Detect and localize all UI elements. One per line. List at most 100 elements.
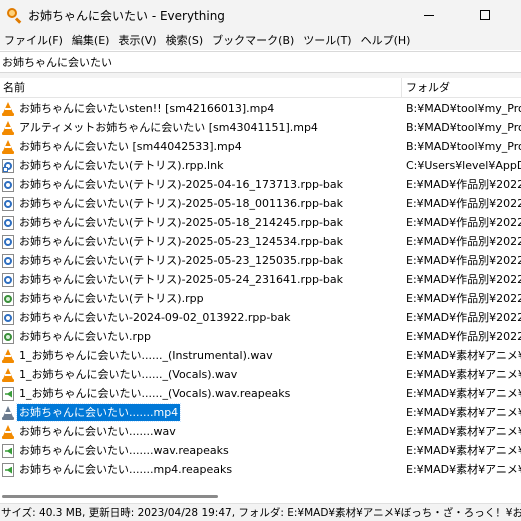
result-name-cell[interactable]: アルティメットお姉ちゃんに会いたい [sm43041151].mp4 xyxy=(0,118,402,137)
result-path-cell[interactable]: E:¥MAD¥素材¥アニメ¥ぼっ xyxy=(406,403,521,422)
result-row[interactable]: お姉ちゃんに会いたい [sm44042533].mp4 B:¥MAD¥tool¥m… xyxy=(0,137,521,156)
result-name-cell[interactable]: 1_お姉ちゃんに会いたい......_(Instrumental).wav xyxy=(0,346,402,365)
column-header-name[interactable]: 名前 xyxy=(0,78,402,98)
menu-edit[interactable]: 編集(E) xyxy=(68,32,114,48)
reaper-project-icon xyxy=(2,291,14,306)
search-box xyxy=(0,51,521,73)
result-name-cell[interactable]: お姉ちゃんに会いたい(テトリス)-2025-05-23_124534.rpp-b… xyxy=(0,232,402,251)
result-row[interactable]: お姉ちゃんに会いたいsten!! [sm42166013].mp4 B:¥MAD¥… xyxy=(0,99,521,118)
results-list[interactable]: お姉ちゃんに会いたいsten!! [sm42166013].mp4 B:¥MAD¥… xyxy=(0,99,521,491)
reapeaks-icon xyxy=(2,462,14,477)
result-path-cell[interactable]: E:¥MAD¥作品別¥202212- xyxy=(406,327,521,346)
result-name-cell[interactable]: お姉ちゃんに会いたい(テトリス).rpp.lnk xyxy=(0,156,402,175)
reapeaks-icon xyxy=(2,386,14,401)
result-row[interactable]: 1_お姉ちゃんに会いたい......_(Vocals).wav E:¥MAD¥素材… xyxy=(0,365,521,384)
result-file-name: お姉ちゃんに会いたい.......wav.reapeaks xyxy=(19,444,229,457)
result-row[interactable]: お姉ちゃんに会いたい(テトリス)-2025-04-16_173713.rpp-b… xyxy=(0,175,521,194)
result-path-cell[interactable]: E:¥MAD¥作品別¥202212- xyxy=(406,270,521,289)
menu-help[interactable]: ヘルプ(H) xyxy=(357,32,415,48)
menu-file[interactable]: ファイル(F) xyxy=(0,32,67,48)
column-header: 名前 フォルダ xyxy=(0,78,521,98)
result-name-cell[interactable]: お姉ちゃんに会いたい.......wav xyxy=(0,422,402,441)
menu-search[interactable]: 検索(S) xyxy=(162,32,208,48)
reaper-backup-icon xyxy=(2,177,14,192)
result-path-cell[interactable]: C:¥Users¥level¥AppData¥ xyxy=(406,156,521,175)
result-file-name: お姉ちゃんに会いたい.......mp4 xyxy=(15,403,182,422)
menu-bookmarks[interactable]: ブックマーク(B) xyxy=(208,32,298,48)
result-row[interactable]: お姉ちゃんに会いたい(テトリス).rpp E:¥MAD¥作品別¥202212- xyxy=(0,289,521,308)
vlc-icon xyxy=(2,405,14,420)
result-row[interactable]: 1_お姉ちゃんに会いたい......_(Vocals).wav.reapeaks… xyxy=(0,384,521,403)
result-path-cell[interactable]: B:¥MAD¥tool¥my_Progra xyxy=(406,99,521,118)
result-path-cell[interactable]: B:¥MAD¥tool¥my_Progra xyxy=(406,118,521,137)
scrollbar-thumb[interactable] xyxy=(2,495,218,498)
result-row[interactable]: お姉ちゃんに会いたい.rpp E:¥MAD¥作品別¥202212- xyxy=(0,327,521,346)
title-bar[interactable]: お姉ちゃんに会いたい - Everything xyxy=(0,0,521,30)
result-row[interactable]: お姉ちゃんに会いたい(テトリス)-2025-05-23_124534.rpp-b… xyxy=(0,232,521,251)
search-input[interactable] xyxy=(0,52,521,72)
result-path-cell[interactable]: E:¥MAD¥素材¥アニメ¥ぼっ xyxy=(406,384,521,403)
menu-tools[interactable]: ツール(T) xyxy=(299,32,355,48)
result-name-cell[interactable]: お姉ちゃんに会いたい(テトリス)-2025-04-16_173713.rpp-b… xyxy=(0,175,402,194)
shortcut-icon xyxy=(2,158,14,173)
result-row[interactable]: 1_お姉ちゃんに会いたい......_(Instrumental).wav E:¥… xyxy=(0,346,521,365)
result-row[interactable]: お姉ちゃんに会いたい(テトリス)-2025-05-23_125035.rpp-b… xyxy=(0,251,521,270)
result-name-cell[interactable]: お姉ちゃんに会いたい(テトリス)-2025-05-18_214245.rpp-b… xyxy=(0,213,402,232)
result-path-cell[interactable]: E:¥MAD¥作品別¥202212- xyxy=(406,289,521,308)
result-name-cell[interactable]: お姉ちゃんに会いたい.......mp4.reapeaks xyxy=(0,460,402,479)
result-file-name: 1_お姉ちゃんに会いたい......_(Vocals).wav.reapeaks xyxy=(19,387,291,400)
result-row[interactable]: お姉ちゃんに会いたい.......mp4.reapeaks E:¥MAD¥素材¥ア… xyxy=(0,460,521,479)
result-name-cell[interactable]: お姉ちゃんに会いたい.rpp xyxy=(0,327,402,346)
result-name-cell[interactable]: お姉ちゃんに会いたいsten!! [sm42166013].mp4 xyxy=(0,99,402,118)
result-path-cell[interactable]: E:¥MAD¥作品別¥202212- xyxy=(406,213,521,232)
result-file-name: 1_お姉ちゃんに会いたい......_(Vocals).wav xyxy=(19,368,238,381)
result-path-cell[interactable]: E:¥MAD¥素材¥アニメ¥ぼっ xyxy=(406,346,521,365)
result-path-cell[interactable]: E:¥MAD¥作品別¥202212- xyxy=(406,251,521,270)
everything-magnifier-icon xyxy=(6,7,22,24)
menu-bar: ファイル(F) 編集(E) 表示(V) 検索(S) ブックマーク(B) ツール(… xyxy=(0,30,521,50)
result-name-cell[interactable]: お姉ちゃんに会いたい [sm44042533].mp4 xyxy=(0,137,402,156)
result-name-cell[interactable]: お姉ちゃんに会いたい(テトリス)-2025-05-23_125035.rpp-b… xyxy=(0,251,402,270)
result-path-cell[interactable]: E:¥MAD¥作品別¥202212- xyxy=(406,232,521,251)
reaper-backup-icon xyxy=(2,215,14,230)
vlc-icon xyxy=(2,424,14,439)
result-path-cell[interactable]: E:¥MAD¥素材¥アニメ¥ぼっ xyxy=(406,365,521,384)
result-name-cell[interactable]: お姉ちゃんに会いたい-2024-09-02_013922.rpp-bak xyxy=(0,308,402,327)
result-path-cell[interactable]: B:¥MAD¥tool¥my_Progra xyxy=(406,137,521,156)
reaper-project-icon xyxy=(2,329,14,344)
result-row[interactable]: お姉ちゃんに会いたい(テトリス)-2025-05-18_001136.rpp-b… xyxy=(0,194,521,213)
result-row[interactable]: お姉ちゃんに会いたい(テトリス)-2025-05-18_214245.rpp-b… xyxy=(0,213,521,232)
result-row[interactable]: お姉ちゃんに会いたい(テトリス).rpp.lnk C:¥Users¥level¥A… xyxy=(0,156,521,175)
result-name-cell[interactable]: お姉ちゃんに会いたい(テトリス)-2025-05-24_231641.rpp-b… xyxy=(0,270,402,289)
result-row[interactable]: お姉ちゃんに会いたい(テトリス)-2025-05-24_231641.rpp-b… xyxy=(0,270,521,289)
result-file-name: お姉ちゃんに会いたい.rpp xyxy=(19,330,151,343)
result-row[interactable]: お姉ちゃんに会いたい.......mp4 E:¥MAD¥素材¥アニメ¥ぼっ xyxy=(0,403,521,422)
result-path-cell[interactable]: E:¥MAD¥素材¥アニメ¥ぼっ xyxy=(406,422,521,441)
result-path-cell[interactable]: E:¥MAD¥作品別¥202212- xyxy=(406,194,521,213)
maximize-button[interactable] xyxy=(462,0,508,30)
result-file-name: お姉ちゃんに会いたい.......wav xyxy=(19,425,176,438)
result-path-cell[interactable]: E:¥MAD¥作品別¥202212- xyxy=(406,308,521,327)
reaper-backup-icon xyxy=(2,272,14,287)
result-name-cell[interactable]: 1_お姉ちゃんに会いたい......_(Vocals).wav xyxy=(0,365,402,384)
result-name-cell[interactable]: お姉ちゃんに会いたい.......wav.reapeaks xyxy=(0,441,402,460)
result-name-cell[interactable]: お姉ちゃんに会いたい.......mp4 xyxy=(0,403,402,422)
result-path-cell[interactable]: E:¥MAD¥作品別¥202212- xyxy=(406,175,521,194)
horizontal-scrollbar[interactable] xyxy=(0,491,521,503)
result-row[interactable]: お姉ちゃんに会いたい.......wav.reapeaks E:¥MAD¥素材¥ア… xyxy=(0,441,521,460)
result-name-cell[interactable]: お姉ちゃんに会いたい(テトリス)-2025-05-18_001136.rpp-b… xyxy=(0,194,402,213)
vlc-icon xyxy=(2,101,14,116)
minimize-button[interactable] xyxy=(406,0,452,30)
result-row[interactable]: お姉ちゃんに会いたい-2024-09-02_013922.rpp-bak E:¥M… xyxy=(0,308,521,327)
result-path-cell[interactable]: E:¥MAD¥素材¥アニメ¥ぼっ xyxy=(406,460,521,479)
result-name-cell[interactable]: お姉ちゃんに会いたい(テトリス).rpp xyxy=(0,289,402,308)
menu-view[interactable]: 表示(V) xyxy=(114,32,160,48)
result-name-cell[interactable]: 1_お姉ちゃんに会いたい......_(Vocals).wav.reapeaks xyxy=(0,384,402,403)
status-bar: サイズ: 40.3 MB, 更新日時: 2023/04/28 19:47, フォ… xyxy=(0,503,521,521)
result-row[interactable]: お姉ちゃんに会いたい.......wav E:¥MAD¥素材¥アニメ¥ぼっ xyxy=(0,422,521,441)
column-header-path[interactable]: フォルダ xyxy=(403,78,521,98)
result-row[interactable]: アルティメットお姉ちゃんに会いたい [sm43041151].mp4 B:¥MAD… xyxy=(0,118,521,137)
vlc-icon xyxy=(2,139,14,154)
vlc-icon xyxy=(2,367,14,382)
result-path-cell[interactable]: E:¥MAD¥素材¥アニメ¥ぼっ xyxy=(406,441,521,460)
